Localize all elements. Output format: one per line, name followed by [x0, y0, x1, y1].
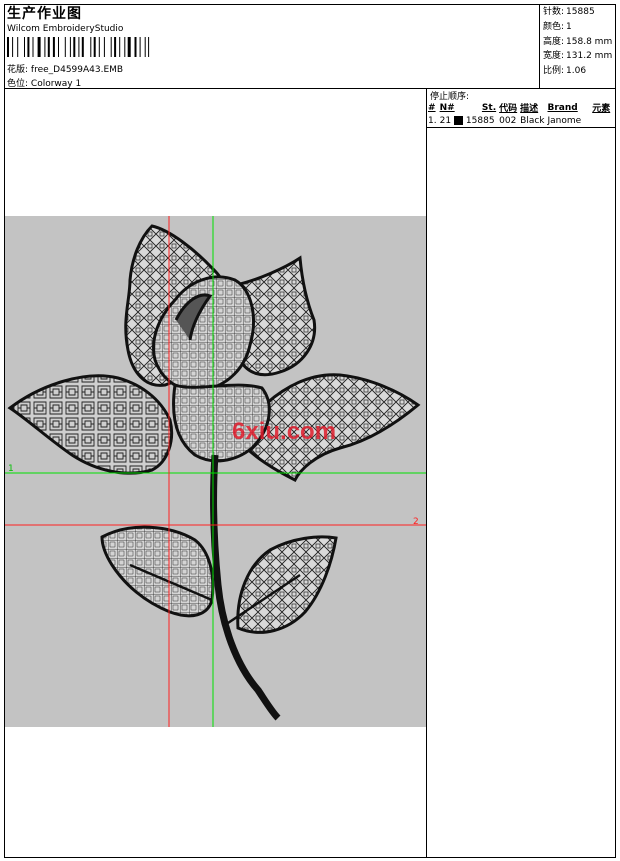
watermark-logo: 6xiu.com — [232, 418, 337, 445]
leaf-left — [7, 374, 174, 475]
leaf-lower-left — [100, 525, 215, 618]
guide-red-label: 2 — [413, 517, 419, 527]
guide-green-label: 1 — [8, 464, 14, 474]
